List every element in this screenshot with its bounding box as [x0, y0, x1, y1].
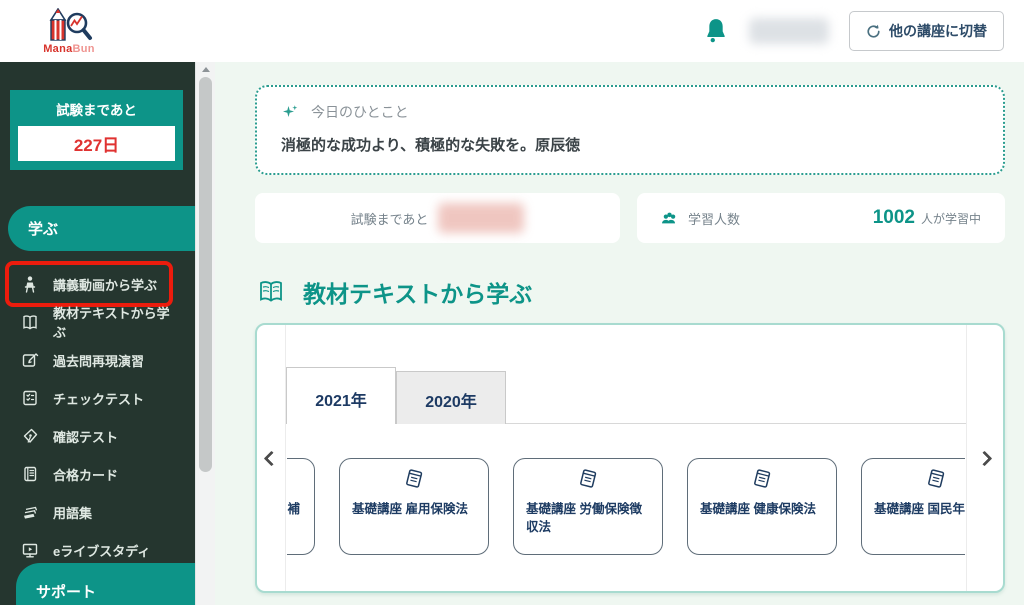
sidebar-item-lecture-videos[interactable]: 講義動画から学ぶ [0, 261, 195, 307]
sidebar-item-textbooks[interactable]: 教材テキストから学ぶ [0, 303, 195, 341]
scrollbar-thumb[interactable] [199, 77, 212, 472]
sidebar-item-past-exams[interactable]: 過去問再現演習 [0, 341, 195, 379]
sidebar-section-learn: 学ぶ [8, 206, 195, 251]
material-card-label: 基礎講座 国民年金法 [874, 502, 965, 516]
sidebar-item-label: 教材テキストから学ぶ [53, 306, 170, 340]
learners-label: 学習人数 [688, 211, 741, 227]
materials-panel: 2021年 2020年 補 基礎講座 雇用保険法 基礎講座 労働保険徴収法 基礎… [255, 323, 1005, 593]
carousel-next-button[interactable] [976, 450, 993, 467]
material-card-label: 補 [287, 502, 300, 516]
textbook-icon [21, 313, 39, 331]
sidebar-item-label: eライブスタディ [53, 543, 151, 559]
sidebar-item-label: 用語集 [53, 505, 93, 521]
scrollbar-up-arrow-icon[interactable] [201, 67, 210, 72]
brand-pencil-magnifier-icon [49, 7, 92, 41]
exam-countdown-card: 試験まであと [255, 193, 620, 243]
sidebar-menu: 講義動画から学ぶ 教材テキストから学ぶ 過去問再現演習 チェックテスト 確認テス… [0, 261, 195, 569]
sidebar-item-pass-card[interactable]: 合格カード [0, 455, 195, 493]
main-content: 今日のひとこと 消極的な成功より、積極的な失敗を。原辰徳 試験まであと 学習人数… [216, 62, 1024, 605]
sidebar-item-label: 確認テスト [53, 429, 119, 445]
exam-days-redacted [438, 203, 525, 233]
open-book-icon [260, 281, 282, 302]
app-header: ManaBun 他の講座に切替 [0, 0, 1024, 62]
sidebar-item-glossary[interactable]: 用語集 [0, 493, 195, 531]
notebook-icon [403, 467, 425, 491]
switch-course-label: 他の講座に切替 [889, 23, 987, 39]
material-card[interactable]: 補 [287, 458, 315, 555]
lecture-video-icon [21, 275, 39, 293]
user-name-redacted [749, 18, 829, 44]
sidebar-section-support: サポート [16, 563, 195, 605]
material-card-label: 基礎講座 健康保険法 [700, 502, 816, 516]
material-card-label: 基礎講座 労働保険徴収法 [526, 502, 642, 535]
section-title: 教材テキストから学ぶ [303, 281, 533, 307]
check-test-icon [21, 389, 39, 407]
learners-suffix: 人が学習中 [920, 212, 981, 226]
sidebar: 試験まであと 227日 学ぶ 講義動画から学ぶ 教材テキストから学ぶ 過去問再現… [0, 62, 195, 605]
people-icon [662, 212, 676, 223]
daily-quote-card: 今日のひとこと 消極的な成功より、積極的な失敗を。原辰徳 [255, 85, 1005, 175]
sidebar-item-label: 合格カード [53, 467, 119, 483]
sidebar-item-label: チェックテスト [53, 391, 145, 407]
sidebar-item-label: 過去問再現演習 [53, 353, 145, 369]
material-card[interactable]: 基礎講座 国民年金法 [861, 458, 965, 555]
countdown-label: 試験まであと [56, 103, 137, 118]
app-logo[interactable]: ManaBun [42, 7, 96, 55]
e-live-study-icon [21, 541, 39, 559]
material-card-label: 基礎講座 雇用保険法 [352, 502, 468, 516]
refresh-icon [867, 24, 880, 38]
sidebar-item-check-test[interactable]: チェックテスト [0, 379, 195, 417]
material-card[interactable]: 基礎講座 健康保険法 [687, 458, 837, 555]
notification-bell-icon[interactable] [703, 17, 729, 45]
learners-count: 1002 [872, 207, 915, 228]
sidebar-scrollbar[interactable] [195, 62, 215, 605]
sidebar-item-confirm-test[interactable]: 確認テスト [0, 417, 195, 455]
glossary-icon [21, 503, 39, 521]
learners-card: 学習人数 1002 人が学習中 [637, 193, 1005, 243]
year-tabs: 2021年 2020年 [286, 367, 506, 424]
carousel-prev-button[interactable] [263, 450, 280, 467]
confirm-test-icon [21, 427, 39, 445]
pass-card-icon [21, 465, 39, 483]
notebook-icon [925, 467, 947, 491]
tab-2021[interactable]: 2021年 [286, 367, 396, 424]
material-card[interactable]: 基礎講座 雇用保険法 [339, 458, 489, 555]
quote-label: 今日のひとこと [311, 104, 409, 120]
exam-countdown-widget: 試験まであと 227日 [10, 90, 183, 170]
switch-course-button[interactable]: 他の講座に切替 [849, 11, 1004, 51]
notebook-icon [577, 467, 599, 491]
past-exam-icon [21, 351, 39, 369]
notebook-icon [751, 467, 773, 491]
sparkle-icon [283, 105, 298, 117]
sidebar-item-label: 講義動画から学ぶ [53, 277, 158, 293]
tab-2020[interactable]: 2020年 [396, 371, 506, 424]
quote-text: 消極的な成功より、積極的な失敗を。原辰徳 [281, 137, 581, 154]
brand-wordmark: ManaBun [43, 42, 95, 55]
materials-carousel: 補 基礎講座 雇用保険法 基礎講座 労働保険徴収法 基礎講座 健康保険法 基礎講… [287, 458, 965, 555]
material-card[interactable]: 基礎講座 労働保険徴収法 [513, 458, 663, 555]
countdown-days: 227日 [18, 126, 175, 161]
exam-countdown-label: 試験まであと [350, 211, 429, 227]
